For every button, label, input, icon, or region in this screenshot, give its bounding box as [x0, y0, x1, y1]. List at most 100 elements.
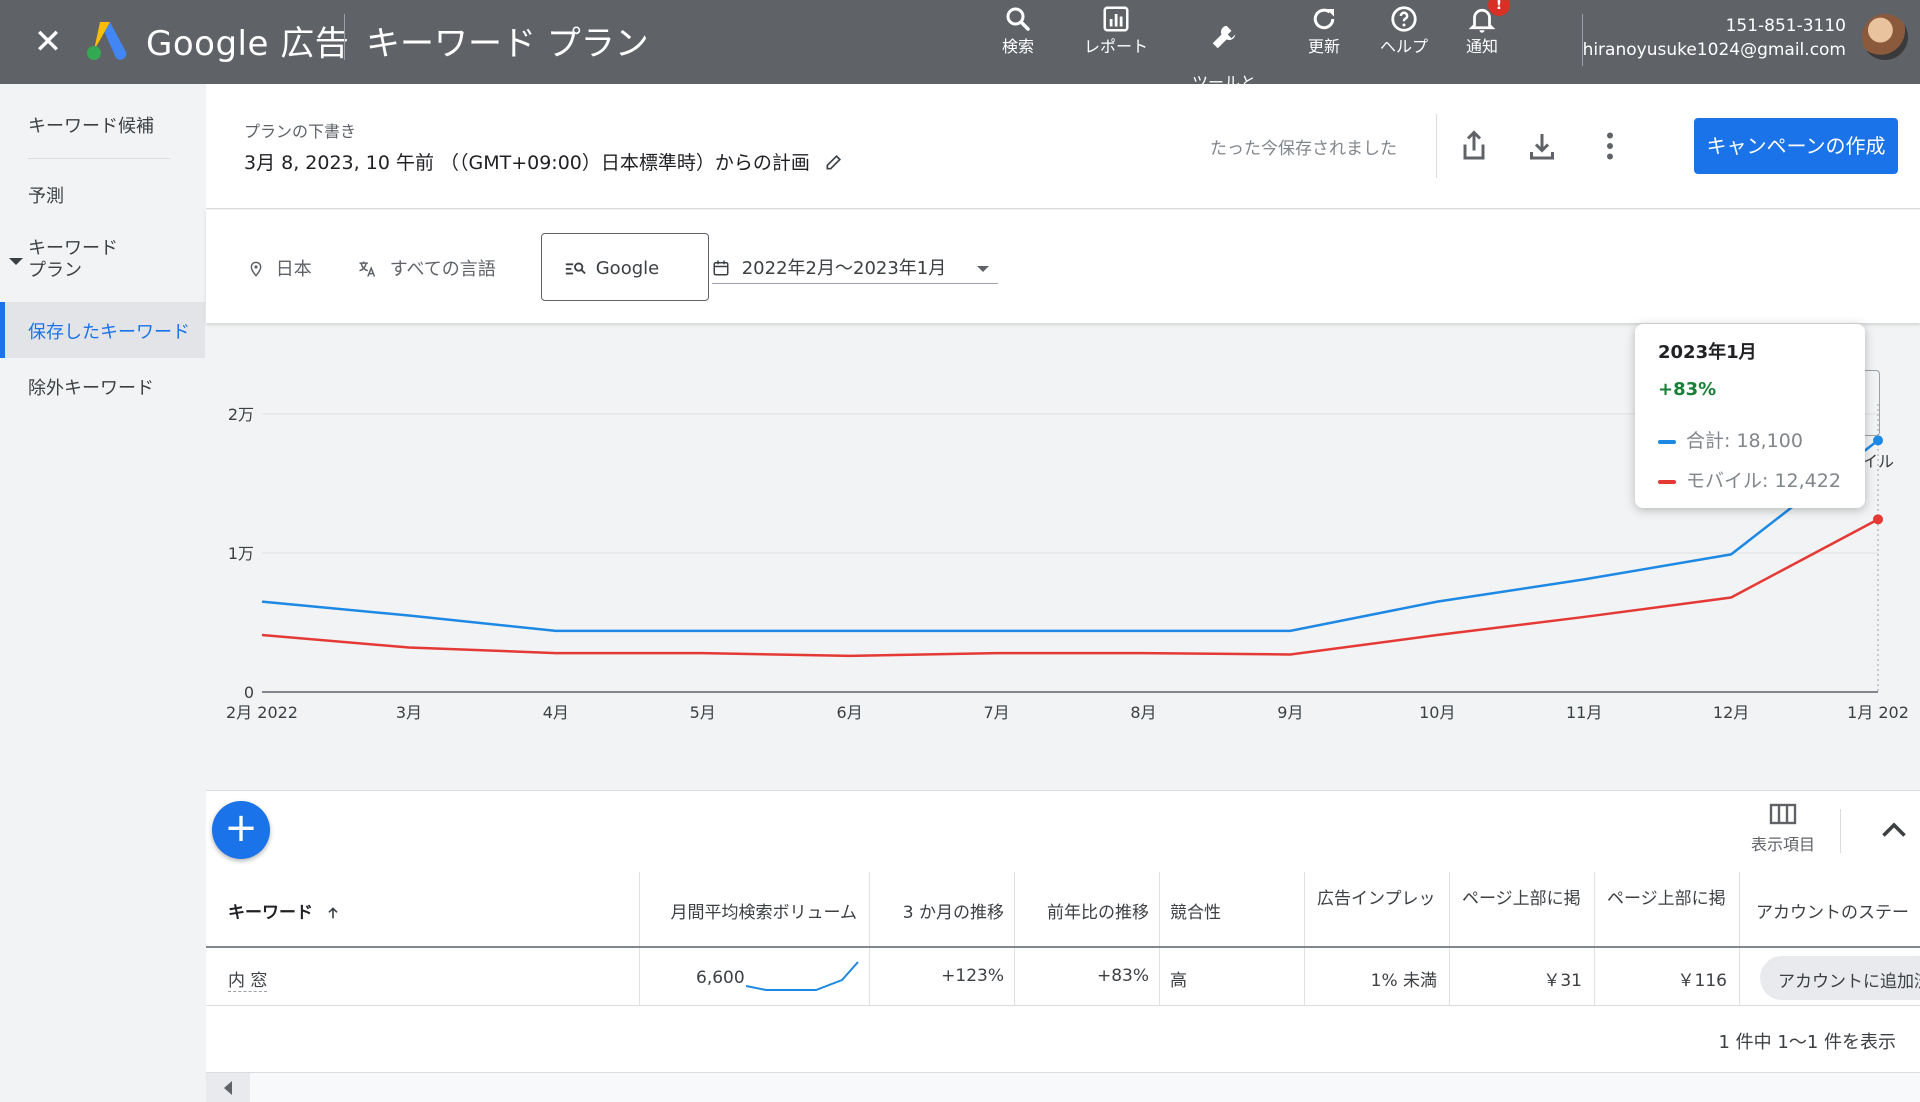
- edit-pencil-icon[interactable]: [824, 152, 844, 172]
- chevron-up-icon[interactable]: [1876, 813, 1912, 849]
- tooltip-total-line: 合計: 18,100: [1658, 426, 1803, 453]
- series-line-mobile: [261, 518, 1879, 658]
- sidebar-divider: [28, 158, 170, 159]
- language-filter[interactable]: すべての言語: [356, 255, 496, 281]
- series-point-total: [1873, 435, 1883, 446]
- top-help-label: ヘルプ: [1380, 37, 1429, 56]
- google-ads-logo-icon: [87, 22, 127, 60]
- avatar[interactable]: [1862, 14, 1908, 60]
- toolbar-divider: [1840, 809, 1841, 853]
- column-header-account-status[interactable]: アカウントのステー: [1740, 872, 1920, 947]
- plan-name-text: 3月 8, 2023, 10 午前 （（GMT+09:00）日本標準時）からの計…: [244, 152, 810, 174]
- table-cell-yoy-change: +83%: [1015, 948, 1160, 1005]
- column-header-monthly-volume[interactable]: 月間平均検索ボリューム: [640, 872, 870, 947]
- account-status-chip[interactable]: アカウントに追加済: [1760, 956, 1920, 1000]
- chevron-left-icon: [224, 1081, 232, 1095]
- top-help-button[interactable]: ヘルプ: [1380, 4, 1428, 56]
- draft-label: プランの下書き: [244, 122, 357, 141]
- table-cell-top-bid-low: ￥31: [1450, 948, 1595, 1005]
- table-cell-monthly-volume: 6,600: [640, 948, 870, 1005]
- tooltip-change: +83%: [1658, 379, 1717, 400]
- y-tick-label: 1万: [228, 544, 254, 563]
- top-refresh-button[interactable]: 更新: [1308, 4, 1340, 56]
- mobile-series-swatch: [1658, 479, 1676, 484]
- column-header-competition[interactable]: 競合性: [1160, 872, 1305, 947]
- sidebar-item-keyword-plan[interactable]: キーワード プラン: [0, 238, 205, 282]
- plan-name[interactable]: 3月 8, 2023, 10 午前 （（GMT+09:00）日本標準時）からの計…: [244, 148, 844, 175]
- x-tick-label: 7月: [983, 703, 1009, 722]
- column-header-three-month-change[interactable]: 3 か月の推移: [870, 872, 1015, 947]
- sidebar-item-keyword-ideas[interactable]: キーワード候補: [0, 112, 205, 138]
- table-row-divider: [206, 1005, 1920, 1006]
- top-app-bar: ✕ Google 広告 キーワード プラン 検索 レポート ツールと 設定 更新…: [0, 0, 1920, 110]
- y-tick-label: 0: [244, 683, 254, 702]
- pagination-text: 1 件中 1〜1 件を表示: [1718, 1032, 1896, 1053]
- sort-ascending-icon[interactable]: [325, 905, 341, 921]
- x-tick-label: 1月 202: [1847, 703, 1909, 722]
- column-header-top-bid-low[interactable]: ページ上部に掲: [1450, 872, 1595, 947]
- sidebar-item-saved-keywords[interactable]: 保存したキーワード: [0, 302, 205, 358]
- wrench-icon: [1212, 25, 1236, 49]
- columns-button-label: 表示項目: [1750, 835, 1815, 854]
- account-email[interactable]: hiranoyusuke1024@gmail.com: [1583, 40, 1846, 60]
- share-icon[interactable]: [1456, 128, 1492, 164]
- y-tick-label: 2万: [228, 405, 254, 424]
- top-search-button[interactable]: 検索: [1002, 4, 1034, 56]
- refresh-icon: [1313, 8, 1335, 30]
- download-icon[interactable]: [1524, 128, 1560, 164]
- top-notifications-label: 通知: [1466, 37, 1499, 56]
- top-report-label: レポート: [1084, 37, 1149, 56]
- column-header-yoy-change[interactable]: 前年比の推移: [1015, 872, 1160, 947]
- legend-mobile-partial[interactable]: イル: [1862, 448, 1894, 472]
- network-filter[interactable]: Google: [541, 233, 709, 301]
- x-tick-label: 6月: [837, 703, 863, 722]
- x-tick-label: 3月: [396, 703, 422, 722]
- search-network-icon: [565, 262, 586, 275]
- create-campaign-button[interactable]: キャンペーンの作成: [1694, 118, 1898, 174]
- top-report-button[interactable]: レポート: [1084, 4, 1148, 56]
- sidebar-item-negative-keywords[interactable]: 除外キーワード: [0, 374, 205, 400]
- tooltip-title: 2023年1月: [1658, 342, 1757, 363]
- search-icon: [1006, 7, 1030, 31]
- report-icon: [1103, 6, 1129, 32]
- dropdown-arrow-icon: [977, 266, 989, 272]
- x-tick-label: 4月: [543, 703, 569, 722]
- top-search-label: 検索: [1002, 37, 1035, 56]
- tooltip-total-text: 合計: 18,100: [1686, 430, 1803, 452]
- left-navigation: キーワード候補 予測 キーワード プラン 保存したキーワード 除外キーワード: [0, 84, 205, 1102]
- x-tick-label: 11月: [1566, 703, 1602, 722]
- table-toolbar: + 表示項目: [206, 790, 1920, 872]
- keyword-table: キーワード 月間平均検索ボリューム 3 か月の推移 前年比の推移 競合性 広告イ…: [206, 872, 1920, 1102]
- account-id[interactable]: 151-851-3110: [1726, 16, 1846, 36]
- save-status: たった今保存されました: [1210, 139, 1397, 159]
- tooltip-mobile-text: モバイル: 12,422: [1686, 470, 1841, 492]
- sidebar-item-forecast[interactable]: 予測: [0, 182, 205, 208]
- chart-tooltip: 2023年1月 +83% 合計: 18,100 モバイル: 12,422: [1635, 324, 1865, 508]
- location-filter-label: 日本: [275, 259, 312, 280]
- columns-icon: [1769, 803, 1797, 825]
- location-pin-icon: [250, 261, 262, 277]
- location-filter[interactable]: 日本: [248, 255, 312, 281]
- calendar-icon: [713, 260, 729, 276]
- x-tick-label: 5月: [690, 703, 716, 722]
- horizontal-scrollbar[interactable]: [206, 1072, 1920, 1102]
- x-tick-label: 8月: [1130, 703, 1156, 722]
- volume-sparkline: [746, 961, 859, 991]
- more-vert-icon[interactable]: [1592, 128, 1628, 164]
- language-filter-label: すべての言語: [389, 259, 496, 280]
- add-keyword-button[interactable]: +: [212, 801, 270, 859]
- translate-icon: [359, 261, 376, 277]
- tooltip-mobile-line: モバイル: 12,422: [1658, 466, 1841, 493]
- column-header-keyword[interactable]: キーワード: [206, 872, 640, 947]
- close-icon[interactable]: ✕: [28, 22, 68, 62]
- column-header-top-bid-high[interactable]: ページ上部に掲: [1595, 872, 1740, 947]
- table-cell-keyword[interactable]: 内 窓: [206, 948, 640, 1005]
- column-header-impression-share[interactable]: 広告インプレッ: [1305, 872, 1450, 947]
- monthly-volume-value: 6,600: [696, 968, 745, 988]
- columns-button[interactable]: 表示項目: [1740, 803, 1826, 855]
- date-range-picker[interactable]: 2022年2月〜2023年1月: [712, 254, 998, 284]
- scroll-left-button[interactable]: [206, 1073, 250, 1102]
- table-cell-impression-share: 1% 未満: [1305, 948, 1450, 1005]
- keyword-text: 内 窓: [228, 971, 268, 992]
- help-icon: [1391, 6, 1417, 32]
